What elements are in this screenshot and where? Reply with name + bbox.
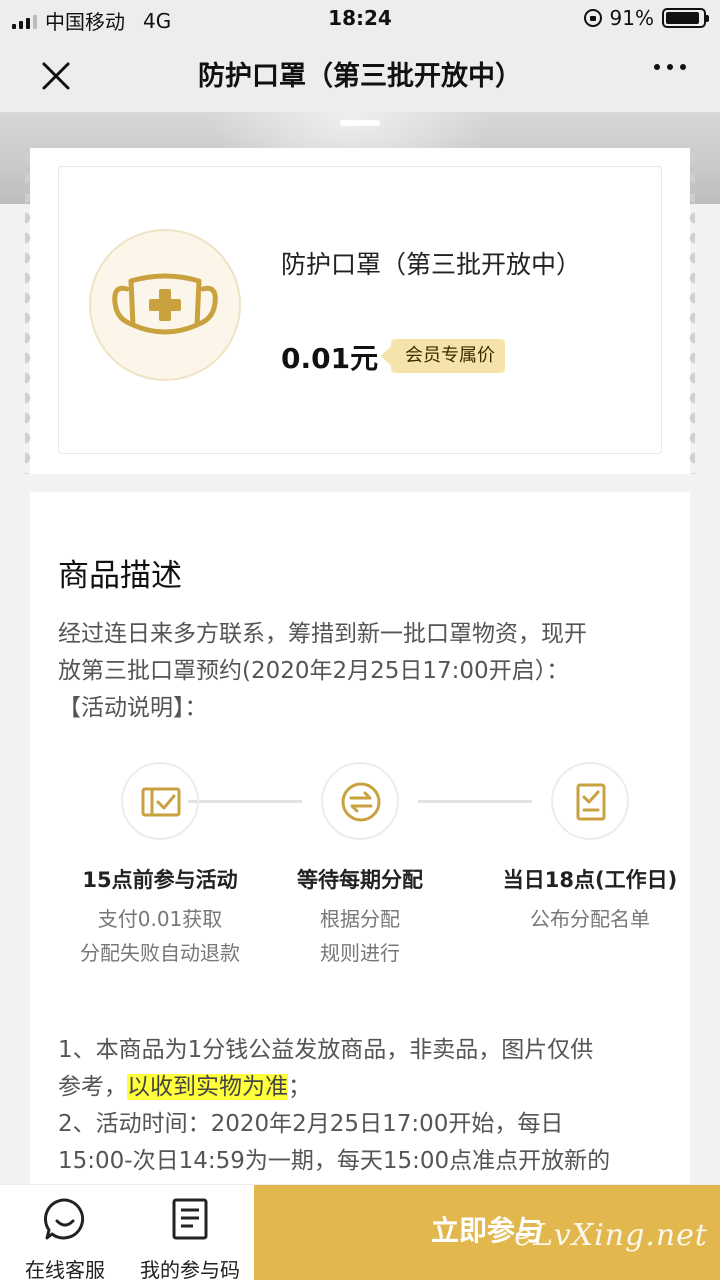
rule-line: 参考，以收到实物为准； xyxy=(58,1069,668,1106)
description-card: 商品描述 经过连日来多方联系，筹措到新一批口罩物资，现开 放第三批口罩预约(20… xyxy=(30,492,690,1212)
chat-smile-icon xyxy=(44,1198,85,1240)
activity-steps: 15点前参与活动 支付0.01获取 分配失败自动退款 等待每期分配 根据分配 规… xyxy=(30,762,690,965)
watermark: eLvXing.net xyxy=(514,1218,708,1253)
product-price: 0.01元 xyxy=(281,342,379,375)
my-code-label: 我的参与码 xyxy=(140,1258,240,1280)
document-icon xyxy=(172,1198,208,1240)
step-desc: 根据分配 xyxy=(320,907,400,931)
highlighted-text: 以收到实物为准 xyxy=(127,1074,288,1100)
customer-service-button[interactable]: 在线客服 xyxy=(20,1197,110,1280)
mask-logo xyxy=(89,229,241,381)
step-desc: 公布分配名单 xyxy=(530,907,650,931)
rule-line: 2、活动时间：2020年2月25日17:00开始，每日 xyxy=(58,1106,668,1143)
step-title: 当日18点(工作日) xyxy=(502,868,678,892)
my-code-button[interactable]: 我的参与码 xyxy=(130,1197,250,1280)
exchange-icon xyxy=(341,782,381,822)
battery-icon xyxy=(662,8,709,28)
description-heading: 商品描述 xyxy=(58,558,182,594)
close-icon[interactable] xyxy=(36,56,76,96)
drag-handle[interactable] xyxy=(340,120,380,126)
rule-text: 2、活动时间：2020年2月25日17:00开始，每日 xyxy=(58,1111,564,1137)
rule-text: 1、本商品为1分钱公益发放商品，非卖品，图片仅供 xyxy=(58,1037,594,1063)
mask-icon xyxy=(112,273,218,335)
product-card: 防护口罩（第三批开放中） 0.01元 会员专属价 xyxy=(25,148,695,474)
rule-line: 15:00-次日14:59为一期，每天15:00点准点开放新的 xyxy=(58,1143,668,1180)
product-name: 防护口罩（第三批开放中） xyxy=(281,250,582,279)
battery-percent: 91% xyxy=(609,6,654,30)
rule-line: 1、本商品为1分钱公益发放商品，非卖品，图片仅供 xyxy=(58,1032,668,1069)
step-participate: 15点前参与活动 支付0.01获取 分配失败自动退款 xyxy=(50,762,270,970)
status-bar: 中国移动 4G 18:24 91% xyxy=(0,0,720,36)
step-title: 等待每期分配 xyxy=(297,868,423,892)
checkbox-card-icon xyxy=(141,787,181,817)
step-desc: 规则进行 xyxy=(320,941,400,965)
intro-line: 经过连日来多方联系，筹措到新一批口罩物资，现开 xyxy=(58,621,587,647)
step-allocate: 等待每期分配 根据分配 规则进行 xyxy=(250,762,470,970)
rule-text: 参考， xyxy=(58,1074,127,1100)
customer-service-label: 在线客服 xyxy=(25,1258,105,1280)
step-desc: 支付0.01获取 xyxy=(97,907,223,931)
rules-text: 1、本商品为1分钱公益发放商品，非卖品，图片仅供 参考，以收到实物为准； 2、活… xyxy=(58,1032,668,1180)
checklist-icon xyxy=(576,783,606,821)
rule-text: 15:00-次日14:59为一期，每天15:00点准点开放新的 xyxy=(58,1148,611,1174)
page-title: 防护口罩（第三批开放中） xyxy=(198,61,522,92)
step-desc: 分配失败自动退款 xyxy=(80,941,240,965)
rule-text: ； xyxy=(288,1074,311,1100)
step-title: 15点前参与活动 xyxy=(82,868,238,892)
intro-line: 放第三批口罩预约(2020年2月25日17:00开启）： xyxy=(58,658,570,684)
intro-line: 【活动说明】： xyxy=(58,695,208,721)
rotation-lock-icon xyxy=(583,9,602,27)
description-intro: 经过连日来多方联系，筹措到新一批口罩物资，现开 放第三批口罩预约(2020年2月… xyxy=(58,616,662,727)
nav-bar: 防护口罩（第三批开放中） xyxy=(0,36,720,112)
more-icon[interactable] xyxy=(654,64,686,70)
step-announce: 当日18点(工作日) 公布分配名单 xyxy=(480,762,700,936)
member-price-badge: 会员专属价 xyxy=(381,339,505,373)
